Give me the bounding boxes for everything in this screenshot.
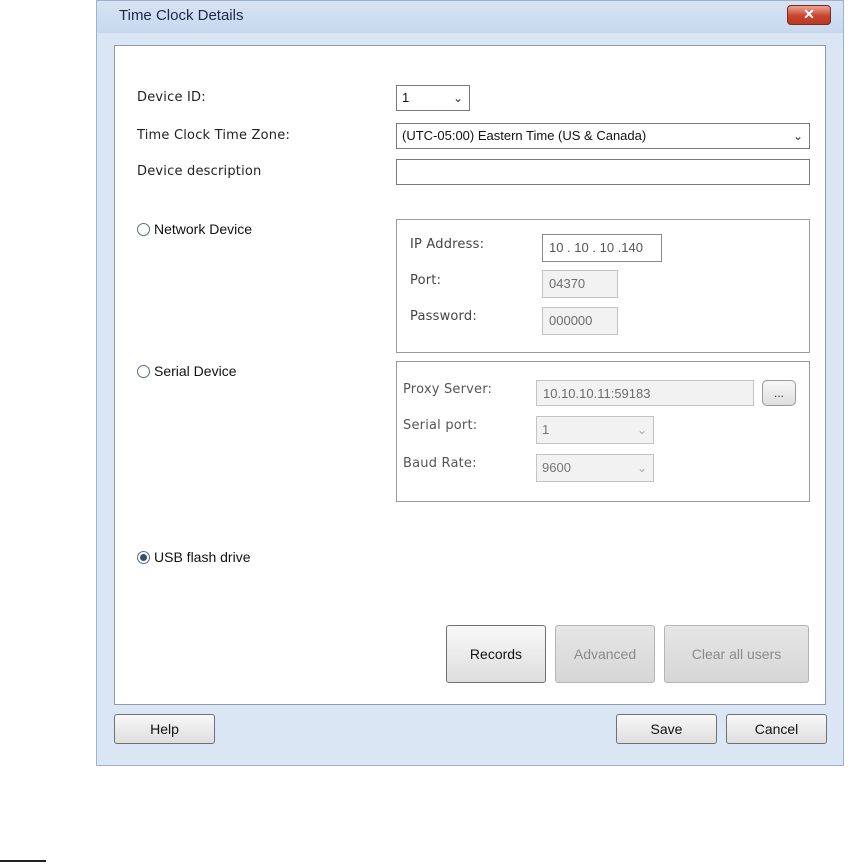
chevron-down-icon: ⌄ bbox=[452, 91, 463, 105]
advanced-button[interactable]: Advanced bbox=[555, 625, 655, 683]
radio-indicator bbox=[137, 364, 150, 378]
usb-flash-drive-label: USB flash drive bbox=[154, 549, 251, 565]
serial-port-label: Serial port: bbox=[403, 418, 478, 433]
baud-rate-label: Baud Rate: bbox=[403, 456, 477, 471]
network-settings-group: IP Address: 10 . 10 . 10 .140 Port: 0437… bbox=[396, 219, 810, 353]
content-panel: Device ID: 1 ⌄ Time Clock Time Zone: (UT… bbox=[114, 45, 826, 705]
device-id-value: 1 bbox=[402, 90, 410, 105]
close-button[interactable]: ✕ bbox=[787, 5, 831, 25]
radio-indicator bbox=[137, 550, 150, 564]
records-button[interactable]: Records bbox=[446, 625, 546, 683]
baud-rate-value: 9600 bbox=[542, 460, 571, 475]
proxy-server-label: Proxy Server: bbox=[403, 382, 493, 397]
chevron-down-icon: ⌄ bbox=[636, 423, 647, 437]
serial-port-select[interactable]: 1 ⌄ bbox=[536, 416, 654, 444]
serial-device-label: Serial Device bbox=[154, 363, 237, 379]
device-id-label: Device ID: bbox=[137, 90, 206, 105]
device-id-select[interactable]: 1 ⌄ bbox=[396, 85, 470, 111]
window-title: Time Clock Details bbox=[119, 7, 244, 24]
timezone-label: Time Clock Time Zone: bbox=[137, 128, 291, 143]
browse-proxy-button[interactable]: ... bbox=[762, 380, 796, 406]
description-label: Device description bbox=[137, 164, 262, 179]
chevron-down-icon: ⌄ bbox=[792, 129, 803, 143]
network-device-label: Network Device bbox=[154, 221, 253, 237]
timezone-value: (UTC-05:00) Eastern Time (US & Canada) bbox=[402, 128, 647, 143]
help-button[interactable]: Help bbox=[114, 714, 215, 744]
cancel-button[interactable]: Cancel bbox=[726, 714, 827, 744]
dialog-window: Time Clock Details ✕ Device ID: 1 ⌄ Time… bbox=[96, 0, 844, 766]
port-input[interactable]: 04370 bbox=[542, 270, 618, 298]
description-input[interactable] bbox=[396, 159, 810, 185]
serial-settings-group: Proxy Server: 10.10.10.11:59183 ... Seri… bbox=[396, 361, 810, 502]
divider-line bbox=[0, 860, 46, 862]
chevron-down-icon: ⌄ bbox=[636, 461, 647, 475]
clear-all-users-button[interactable]: Clear all users bbox=[664, 625, 809, 683]
usb-flash-drive-radio[interactable]: USB flash drive bbox=[137, 549, 250, 565]
password-label: Password: bbox=[410, 309, 477, 324]
password-input[interactable]: 000000 bbox=[542, 307, 618, 335]
title-bar[interactable]: Time Clock Details ✕ bbox=[97, 1, 843, 33]
close-icon: ✕ bbox=[803, 6, 815, 22]
ip-address-label: IP Address: bbox=[410, 237, 485, 252]
serial-port-value: 1 bbox=[542, 422, 550, 437]
baud-rate-select[interactable]: 9600 ⌄ bbox=[536, 454, 654, 482]
network-device-radio[interactable]: Network Device bbox=[137, 221, 252, 237]
port-label: Port: bbox=[410, 273, 442, 288]
timezone-select[interactable]: (UTC-05:00) Eastern Time (US & Canada) ⌄ bbox=[396, 123, 810, 149]
save-button[interactable]: Save bbox=[616, 714, 717, 744]
serial-device-radio[interactable]: Serial Device bbox=[137, 363, 236, 379]
ip-address-input[interactable]: 10 . 10 . 10 .140 bbox=[542, 234, 662, 262]
proxy-server-input[interactable]: 10.10.10.11:59183 bbox=[536, 380, 754, 406]
radio-indicator bbox=[137, 222, 150, 236]
